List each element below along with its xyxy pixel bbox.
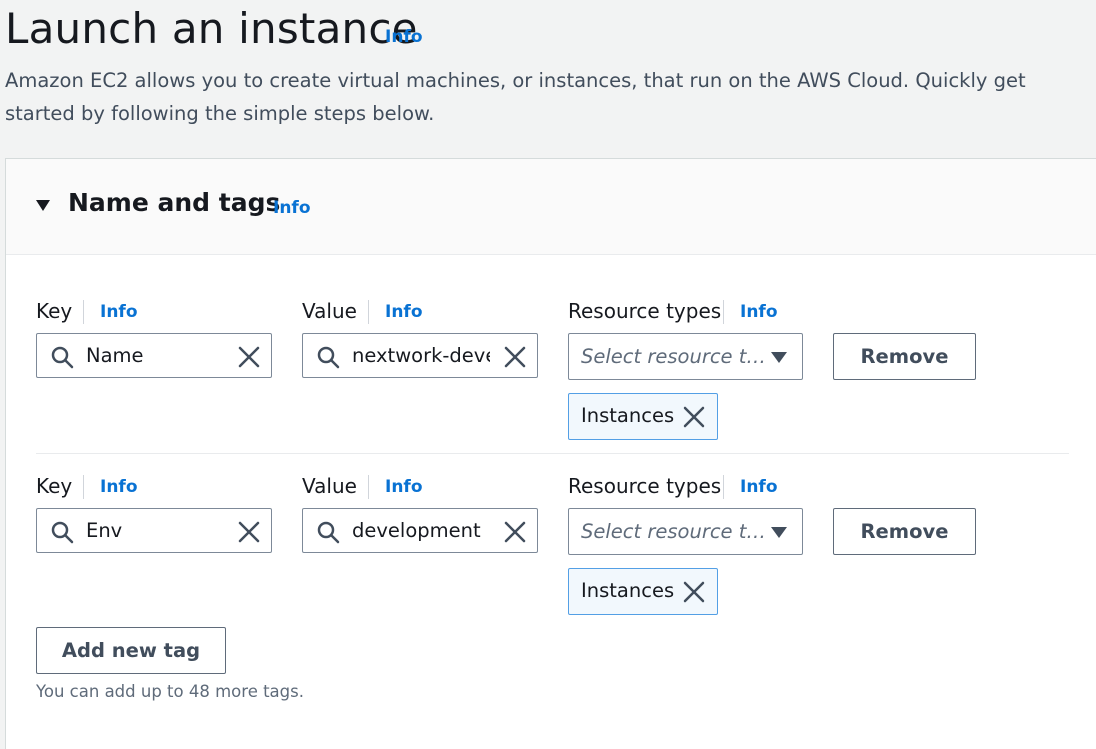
close-icon[interactable]: [237, 345, 261, 369]
value-info-link[interactable]: Info: [368, 300, 423, 324]
key-input[interactable]: Env: [36, 508, 272, 553]
page-description: Amazon EC2 allows you to create virtual …: [5, 69, 1026, 125]
title-info-link[interactable]: Info: [385, 27, 423, 47]
close-icon[interactable]: [237, 520, 261, 544]
name-and-tags-panel: Name and tags Info Key Info Name Value I…: [5, 158, 1096, 749]
value-input[interactable]: nextwork-deve: [302, 333, 538, 378]
close-icon[interactable]: [503, 520, 527, 544]
caret-down-icon: [771, 352, 787, 363]
key-label: Key: [36, 474, 73, 498]
value-label: Value: [302, 299, 357, 323]
section-title: Name and tags: [68, 188, 281, 217]
resource-token-label: Instances: [581, 579, 675, 602]
value-input-value: development: [352, 519, 481, 542]
key-input-value: Name: [86, 344, 144, 367]
resource-types-select[interactable]: Select resource t…: [568, 333, 803, 380]
search-icon: [317, 521, 340, 544]
close-icon[interactable]: [503, 345, 527, 369]
panel-header[interactable]: Name and tags Info: [6, 159, 1096, 255]
search-icon: [51, 521, 74, 544]
value-input[interactable]: development: [302, 508, 538, 553]
value-input-value: nextwork-deve: [352, 344, 490, 367]
page-title: Launch an instance: [5, 4, 418, 53]
key-label: Key: [36, 299, 73, 323]
tag-divider: [36, 453, 1069, 454]
resource-token: Instances: [568, 568, 718, 615]
remove-button[interactable]: Remove: [833, 508, 976, 555]
resource-types-info-link[interactable]: Info: [723, 300, 778, 324]
key-input[interactable]: Name: [36, 333, 272, 378]
key-info-link[interactable]: Info: [83, 475, 138, 499]
caret-down-icon[interactable]: [36, 200, 50, 211]
resource-token-label: Instances: [581, 404, 675, 427]
add-new-tag-button[interactable]: Add new tag: [36, 627, 226, 674]
value-label: Value: [302, 474, 357, 498]
resource-types-select[interactable]: Select resource t…: [568, 508, 803, 555]
close-icon[interactable]: [682, 405, 706, 429]
resource-types-placeholder: Select resource t…: [581, 345, 766, 368]
key-input-value: Env: [86, 519, 123, 542]
caret-down-icon: [771, 527, 787, 538]
value-info-link[interactable]: Info: [368, 475, 423, 499]
resource-types-label: Resource types: [568, 474, 722, 498]
search-icon: [51, 346, 74, 369]
key-info-link[interactable]: Info: [83, 300, 138, 324]
resource-types-info-link[interactable]: Info: [723, 475, 778, 499]
search-icon: [317, 346, 340, 369]
tag-limit-hint: You can add up to 48 more tags.: [36, 682, 304, 701]
resource-token: Instances: [568, 393, 718, 440]
section-info-link[interactable]: Info: [273, 198, 311, 218]
close-icon[interactable]: [682, 580, 706, 604]
resource-types-placeholder: Select resource t…: [581, 520, 766, 543]
resource-types-label: Resource types: [568, 299, 722, 323]
remove-button[interactable]: Remove: [833, 333, 976, 380]
